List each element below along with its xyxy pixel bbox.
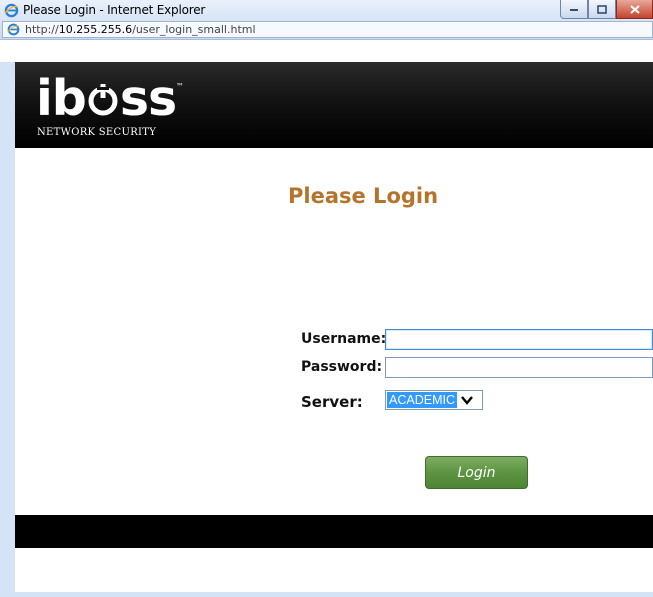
power-icon [88, 84, 118, 116]
chevron-down-icon[interactable] [460, 393, 474, 407]
address-host: 10.255.255.6 [58, 23, 133, 36]
address-path: /user_login_small.html [132, 23, 256, 36]
maximize-icon [597, 4, 607, 14]
window-frame-left [0, 62, 15, 597]
site-header: ib ss ™ NETWORK SECURITY [15, 62, 653, 148]
maximize-button[interactable] [588, 0, 616, 19]
ie-icon [7, 23, 20, 36]
server-selected-value: ACADEMIC [387, 392, 457, 408]
server-select[interactable]: ACADEMIC [385, 390, 483, 410]
username-label: Username: [301, 331, 387, 347]
ie-icon [4, 3, 19, 18]
password-input[interactable] [385, 357, 653, 378]
address-url: http://10.255.255.6/user_login_small.htm… [25, 23, 256, 36]
login-button[interactable]: Login [425, 456, 528, 489]
window-title: Please Login - Internet Explorer [23, 3, 206, 17]
window-titlebar: Please Login - Internet Explorer http://… [0, 0, 653, 40]
logo-text: ib ss [36, 70, 177, 127]
address-bar[interactable]: http://10.255.255.6/user_login_small.htm… [2, 21, 653, 38]
close-icon [629, 4, 640, 14]
logo-tagline: NETWORK SECURITY [37, 127, 157, 138]
password-label: Password: [301, 359, 383, 375]
server-label: Server: [301, 393, 363, 411]
page-content: ib ss ™ NETWORK SECURITY Please Login Use… [15, 62, 653, 592]
footer-bar [15, 515, 653, 548]
page-title: Please Login [288, 184, 439, 208]
trademark: ™ [176, 82, 184, 91]
minimize-icon [570, 9, 578, 11]
iboss-logo: ib ss [36, 74, 177, 124]
window-frame-bottom [0, 592, 653, 597]
minimize-button[interactable] [560, 0, 588, 19]
close-button[interactable] [616, 0, 653, 19]
address-prefix: http:// [25, 23, 59, 36]
username-input[interactable] [385, 329, 653, 350]
